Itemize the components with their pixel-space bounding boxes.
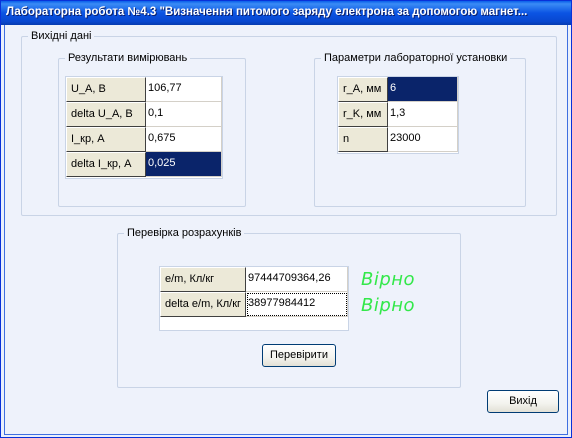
results-grid[interactable]: e/m, Кл/кг 97444709364,26 delta e/m, Кл/…: [159, 266, 349, 331]
check-group: Перевірка розрахунків e/m, Кл/кг 9744470…: [117, 227, 461, 388]
value-cell[interactable]: 1,3: [388, 102, 458, 127]
measurements-grid[interactable]: U_A, В 106,77 delta U_A, В 0,1 I_кр, А 0…: [65, 76, 223, 179]
table-row: n 23000: [338, 127, 458, 152]
table-row: r_A, мм 6: [338, 77, 458, 102]
row-header: U_A, В: [66, 77, 146, 102]
value-cell-selected[interactable]: 6: [388, 77, 458, 102]
input-data-group: Вихідні дані Результати вимірювань U_A, …: [21, 30, 557, 216]
measurements-group: Результати вимірювань U_A, В 106,77 delt…: [58, 52, 246, 207]
table-row: r_K, мм 1,3: [338, 102, 458, 127]
value-cell[interactable]: 0,675: [146, 127, 222, 152]
setup-group-label: Параметри лабораторної установки: [321, 52, 511, 64]
row-header: r_K, мм: [338, 102, 388, 127]
value-cell[interactable]: 23000: [388, 127, 458, 152]
row-header: I_кр, А: [66, 127, 146, 152]
result-cell[interactable]: 97444709364,26: [246, 267, 348, 292]
check-button[interactable]: Перевірити: [262, 344, 336, 367]
table-row: e/m, Кл/кг 97444709364,26: [160, 267, 348, 292]
row-header: delta I_кр, А: [66, 152, 146, 177]
table-row: U_A, В 106,77: [66, 77, 222, 102]
status-em: Вірно: [361, 269, 416, 290]
check-group-label: Перевірка розрахунків: [124, 227, 245, 239]
status-delta-em: Вірно: [361, 295, 416, 316]
row-header: e/m, Кл/кг: [160, 267, 246, 292]
table-row: delta U_A, В 0,1: [66, 102, 222, 127]
value-cell-selected[interactable]: 0,025: [146, 152, 222, 177]
row-header: delta e/m, Кл/кг: [160, 292, 246, 317]
measurements-group-label: Результати вимірювань: [65, 52, 191, 64]
row-header: r_A, мм: [338, 77, 388, 102]
row-header: delta U_A, В: [66, 102, 146, 127]
result-cell-focused[interactable]: 38977984412: [246, 292, 348, 317]
window-title[interactable]: Лабораторна робота №4.3 "Визначення пито…: [1, 1, 571, 25]
setup-grid[interactable]: r_A, мм 6 r_K, мм 1,3 n 23000: [337, 76, 459, 154]
table-row: delta e/m, Кл/кг 38977984412: [160, 292, 348, 317]
value-cell[interactable]: 106,77: [146, 77, 222, 102]
table-row: delta I_кр, А 0,025: [66, 152, 222, 177]
client-area: Вихідні дані Результати вимірювань U_A, …: [4, 25, 568, 435]
exit-button[interactable]: Вихід: [487, 390, 559, 413]
setup-group: Параметри лабораторної установки r_A, мм…: [314, 52, 526, 207]
table-row: I_кр, А 0,675: [66, 127, 222, 152]
app-window: Лабораторна робота №4.3 "Визначення пито…: [0, 0, 572, 438]
row-header: n: [338, 127, 388, 152]
value-cell[interactable]: 0,1: [146, 102, 222, 127]
input-data-group-label: Вихідні дані: [28, 30, 95, 42]
